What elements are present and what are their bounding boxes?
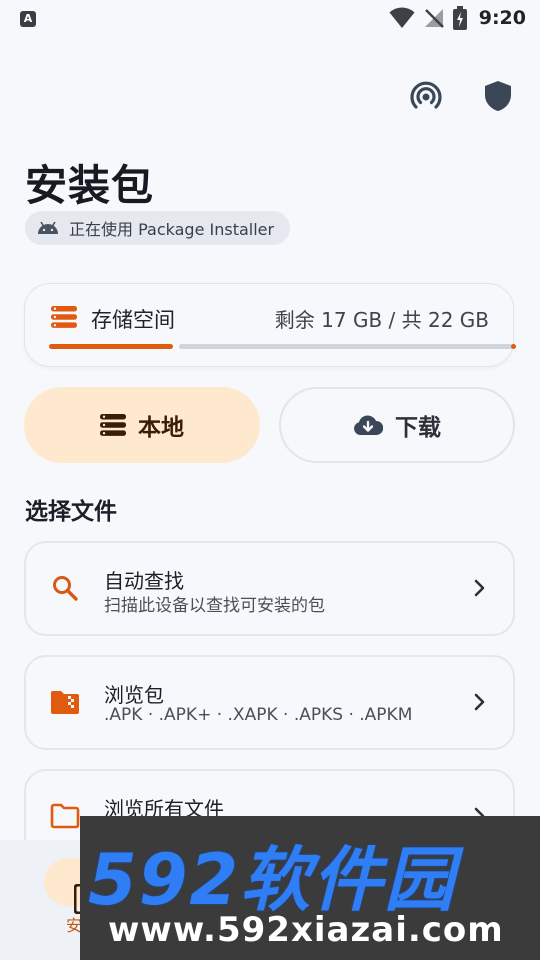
storage-icon: [51, 306, 77, 328]
list-item-browse-packages[interactable]: 浏览包 .APK · .APK+ · .XAPK · .APKS · .APKM: [24, 655, 515, 750]
zip-folder-icon: [50, 687, 80, 717]
installer-chip[interactable]: 正在使用 Package Installer: [25, 211, 291, 245]
page-title: 安装包: [25, 161, 155, 210]
battery-charging-icon: [452, 6, 467, 30]
storage-free-bar: [179, 344, 513, 349]
status-icons: 9:20: [389, 6, 526, 30]
storage-label: 存储空间: [91, 308, 175, 332]
storage-card[interactable]: 存储空间 剩余 17 GB / 共 22 GB: [24, 283, 516, 367]
watermark-overlay: 592软件园 www.592xiazai.com: [80, 816, 540, 960]
search-icon: [50, 573, 80, 603]
storage-value: 剩余 17 GB / 共 22 GB: [274, 308, 489, 332]
wifi-icon: [389, 7, 415, 28]
status-bar: A 9:20: [0, 0, 540, 38]
app-notification-icon: A: [20, 11, 36, 27]
tab-download-label: 下载: [395, 415, 441, 441]
chevron-right-icon: [474, 579, 485, 597]
list-item-auto-find[interactable]: 自动查找 扫描此设备以查找可安装的包: [24, 541, 515, 636]
security-button[interactable]: [480, 78, 516, 114]
item-title: 自动查找: [104, 569, 184, 593]
storage-used-bar: [49, 344, 173, 349]
tab-download[interactable]: 下载: [279, 387, 515, 463]
no-signal-icon: [424, 9, 444, 28]
cloud-download-icon: [354, 415, 383, 435]
item-subtitle: .APK · .APK+ · .XAPK · .APKS · .APKM: [104, 705, 413, 725]
list-icon: [100, 414, 126, 436]
watermark-url: www.592xiazai.com: [108, 910, 504, 950]
broadcast-button[interactable]: [408, 78, 444, 114]
item-title: 浏览包: [104, 683, 164, 707]
clock: 9:20: [478, 7, 526, 29]
chevron-right-icon: [474, 693, 485, 711]
section-title: 选择文件: [25, 499, 117, 525]
installer-chip-label: 正在使用 Package Installer: [69, 220, 275, 239]
folder-icon: [50, 801, 80, 831]
storage-bar-end-dot: [511, 344, 516, 349]
item-subtitle: 扫描此设备以查找可安装的包: [104, 596, 325, 616]
broadcast-icon: [410, 81, 442, 109]
tab-local[interactable]: 本地: [24, 387, 260, 463]
tab-local-label: 本地: [138, 415, 184, 441]
shield-icon: [485, 81, 511, 111]
android-icon: [38, 221, 58, 234]
